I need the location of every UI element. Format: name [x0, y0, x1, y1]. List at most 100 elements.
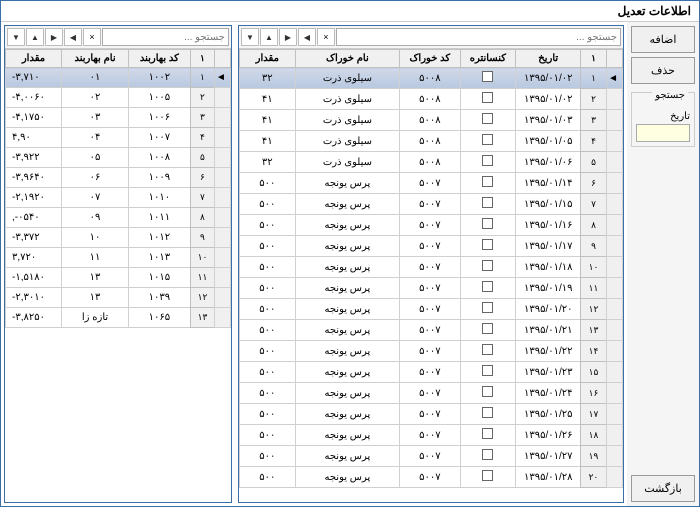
- checkbox-icon[interactable]: [482, 428, 493, 439]
- delete-button[interactable]: حذف: [631, 57, 695, 84]
- qty-cell[interactable]: ۴۱: [239, 131, 295, 152]
- table-row[interactable]: ۱۹۱۳۹۵/۰۱/۲۷۵۰۰۷پرس یونجه۵۰۰: [239, 446, 622, 467]
- qty-cell[interactable]: ۵۰۰: [239, 362, 295, 383]
- name-cell[interactable]: پرس یونجه: [295, 320, 399, 341]
- table-row[interactable]: ۵۱۰۰۸۰۵۳,۹۲۲-: [6, 148, 231, 168]
- code-cell[interactable]: ۵۰۰۸: [400, 131, 460, 152]
- bqty-cell[interactable]: ۳,۷۱۰-: [6, 68, 62, 88]
- code-cell[interactable]: ۵۰۰۸: [400, 89, 460, 110]
- checkbox-icon[interactable]: [482, 155, 493, 166]
- code-cell[interactable]: ۵۰۰۷: [400, 341, 460, 362]
- kons-cell[interactable]: [460, 320, 516, 341]
- table-row[interactable]: ۶۱۰۰۹۰۶۳,۹۶۴۰-: [6, 168, 231, 188]
- kons-cell[interactable]: [460, 68, 516, 89]
- prev-icon[interactable]: ◀: [298, 28, 316, 46]
- date-cell[interactable]: ۱۳۹۵/۰۱/۰۲: [516, 68, 581, 89]
- code-header[interactable]: کد خوراک: [400, 50, 460, 68]
- code-cell[interactable]: ۵۰۰۷: [400, 425, 460, 446]
- checkbox-icon[interactable]: [482, 239, 493, 250]
- bcode-cell[interactable]: ۱۰۱۵: [129, 268, 191, 288]
- table-row[interactable]: ۱۳۱۰۶۵تازه زا۳,۸۲۵۰-: [6, 308, 231, 328]
- date-cell[interactable]: ۱۳۹۵/۰۱/۲۶: [516, 425, 581, 446]
- code-cell[interactable]: ۵۰۰۷: [400, 383, 460, 404]
- qty-cell[interactable]: ۳۲: [239, 68, 295, 89]
- qty-cell[interactable]: ۵۰۰: [239, 257, 295, 278]
- kons-cell[interactable]: [460, 152, 516, 173]
- kons-cell[interactable]: [460, 404, 516, 425]
- qty-cell[interactable]: ۴۱: [239, 110, 295, 131]
- table-row[interactable]: ۶۱۳۹۵/۰۱/۱۴۵۰۰۷پرس یونجه۵۰۰: [239, 173, 622, 194]
- checkbox-icon[interactable]: [482, 218, 493, 229]
- code-cell[interactable]: ۵۰۰۸: [400, 152, 460, 173]
- name-cell[interactable]: سیلوی ذرت: [295, 152, 399, 173]
- qty-cell[interactable]: ۳۲: [239, 152, 295, 173]
- table-row[interactable]: ۴۱۳۹۵/۰۱/۰۵۵۰۰۸سیلوی ذرت۴۱: [239, 131, 622, 152]
- qty-cell[interactable]: ۵۰۰: [239, 341, 295, 362]
- code-cell[interactable]: ۵۰۰۷: [400, 194, 460, 215]
- checkbox-icon[interactable]: [482, 281, 493, 292]
- name-cell[interactable]: پرس یونجه: [295, 383, 399, 404]
- table-row[interactable]: ۱۰۱۳۹۵/۰۱/۱۸۵۰۰۷پرس یونجه۵۰۰: [239, 257, 622, 278]
- code-cell[interactable]: ۵۰۰۷: [400, 215, 460, 236]
- bcode-cell[interactable]: ۱۰۰۸: [129, 148, 191, 168]
- bqty-cell[interactable]: ۲,۳۰۱۰-: [6, 288, 62, 308]
- back-button[interactable]: بازگشت: [631, 475, 695, 502]
- date-cell[interactable]: ۱۳۹۵/۰۱/۲۵: [516, 404, 581, 425]
- code-cell[interactable]: ۵۰۰۷: [400, 467, 460, 488]
- name-cell[interactable]: پرس یونجه: [295, 362, 399, 383]
- up-icon[interactable]: ▲: [26, 28, 44, 46]
- bname-cell[interactable]: ۱۳: [61, 288, 128, 308]
- kons-cell[interactable]: [460, 89, 516, 110]
- bqty-cell[interactable]: ۴,۰۰۶۰-: [6, 88, 62, 108]
- bcode-cell[interactable]: ۱۰۰۶: [129, 108, 191, 128]
- bqty-cell[interactable]: ۲,۱۹۲۰-: [6, 188, 62, 208]
- name-cell[interactable]: پرس یونجه: [295, 299, 399, 320]
- kons-cell[interactable]: [460, 341, 516, 362]
- date-cell[interactable]: ۱۳۹۵/۰۱/۲۸: [516, 467, 581, 488]
- kons-cell[interactable]: [460, 362, 516, 383]
- name-cell[interactable]: پرس یونجه: [295, 257, 399, 278]
- name-cell[interactable]: پرس یونجه: [295, 278, 399, 299]
- kons-cell[interactable]: [460, 467, 516, 488]
- close-icon[interactable]: ×: [317, 28, 335, 46]
- name-cell[interactable]: سیلوی ذرت: [295, 131, 399, 152]
- bname-cell[interactable]: ۰۹: [61, 208, 128, 228]
- qty-cell[interactable]: ۵۰۰: [239, 236, 295, 257]
- checkbox-icon[interactable]: [482, 71, 493, 82]
- rownum-header[interactable]: ۱: [190, 50, 215, 68]
- checkbox-icon[interactable]: [482, 113, 493, 124]
- name-cell[interactable]: سیلوی ذرت: [295, 68, 399, 89]
- name-cell[interactable]: پرس یونجه: [295, 341, 399, 362]
- table-row[interactable]: ۱۲۱۰۳۹۱۳۲,۳۰۱۰-: [6, 288, 231, 308]
- bqty-header[interactable]: مقدار: [6, 50, 62, 68]
- kons-cell[interactable]: [460, 236, 516, 257]
- qty-cell[interactable]: ۵۰۰: [239, 173, 295, 194]
- checkbox-icon[interactable]: [482, 470, 493, 481]
- checkbox-icon[interactable]: [482, 197, 493, 208]
- code-cell[interactable]: ۵۰۰۷: [400, 173, 460, 194]
- table-row[interactable]: ۸۱۰۱۱۰۹۰۵۴۰-,: [6, 208, 231, 228]
- bcode-cell[interactable]: ۱۰۳۹: [129, 288, 191, 308]
- date-header[interactable]: تاریخ: [516, 50, 581, 68]
- bname-cell[interactable]: ۰۷: [61, 188, 128, 208]
- table-row[interactable]: ۱۶۱۳۹۵/۰۱/۲۴۵۰۰۷پرس یونجه۵۰۰: [239, 383, 622, 404]
- date-cell[interactable]: ۱۳۹۵/۰۱/۰۳: [516, 110, 581, 131]
- checkbox-icon[interactable]: [482, 344, 493, 355]
- name-cell[interactable]: پرس یونجه: [295, 446, 399, 467]
- bcode-cell[interactable]: ۱۰۰۹: [129, 168, 191, 188]
- checkbox-icon[interactable]: [482, 365, 493, 376]
- name-header[interactable]: نام خوراک: [295, 50, 399, 68]
- name-cell[interactable]: پرس یونجه: [295, 425, 399, 446]
- kons-cell[interactable]: [460, 425, 516, 446]
- kons-cell[interactable]: [460, 173, 516, 194]
- bname-cell[interactable]: ۱۱: [61, 248, 128, 268]
- qty-cell[interactable]: ۵۰۰: [239, 215, 295, 236]
- date-input[interactable]: [636, 124, 690, 142]
- left-grid[interactable]: ۱ کد بهاربند نام بهاربند مقدار ◄۱۱۰۰۲۰۱۳…: [5, 49, 231, 502]
- bqty-cell[interactable]: ۱,۵۱۸۰-: [6, 268, 62, 288]
- checkbox-icon[interactable]: [482, 260, 493, 271]
- bname-cell[interactable]: ۱۰: [61, 228, 128, 248]
- bname-cell[interactable]: تازه زا: [61, 308, 128, 328]
- bqty-cell[interactable]: ۰۵۴۰-,: [6, 208, 62, 228]
- bcode-cell[interactable]: ۱۰۱۳: [129, 248, 191, 268]
